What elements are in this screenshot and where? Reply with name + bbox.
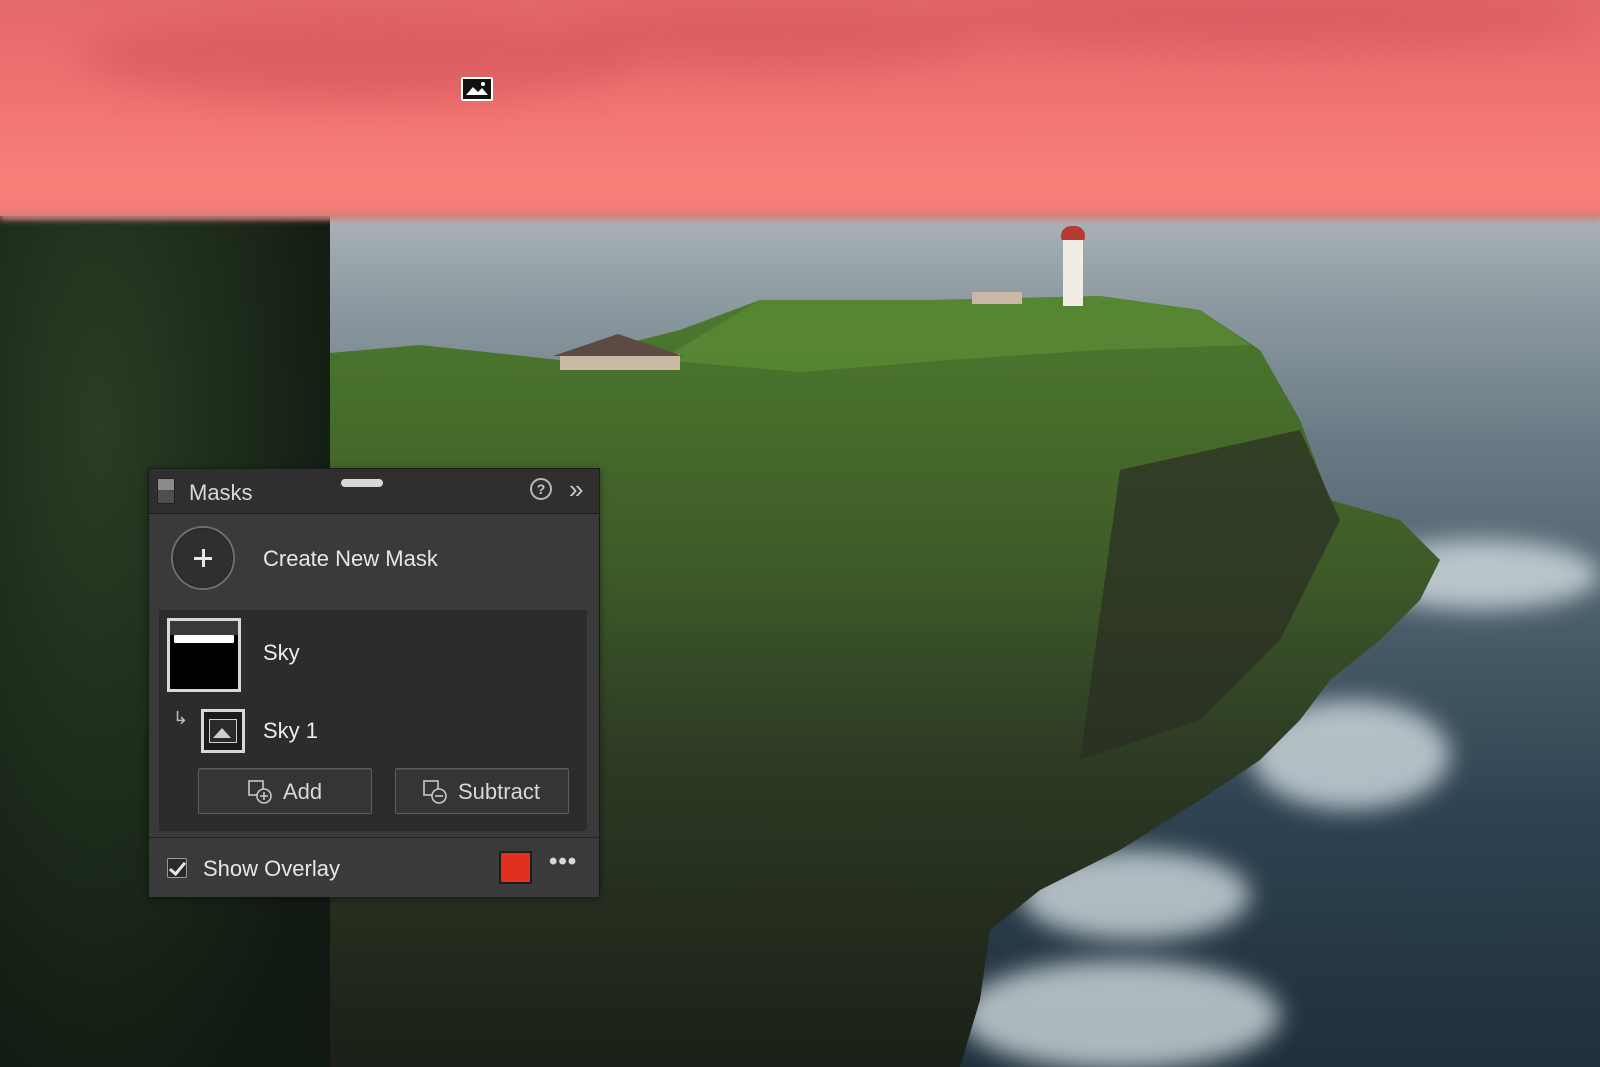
show-overlay-label[interactable]: Show Overlay bbox=[203, 856, 340, 882]
masks-panel-header[interactable]: Masks ? » bbox=[149, 469, 599, 514]
create-new-mask-row[interactable]: Create New Mask bbox=[149, 514, 599, 609]
mask-list: Sky ↳ Sky 1 Add Subtract bbox=[159, 610, 587, 831]
show-overlay-checkbox[interactable] bbox=[167, 858, 187, 878]
lighthouse bbox=[1063, 234, 1083, 306]
building-roof bbox=[553, 334, 683, 356]
add-button-label: Add bbox=[283, 779, 323, 804]
overlay-color-swatch[interactable] bbox=[499, 851, 532, 884]
subtract-mask-icon bbox=[423, 780, 447, 804]
add-button[interactable]: Add bbox=[198, 768, 372, 814]
masks-panel: Masks ? » Create New Mask Sky ↳ Sky 1 Ad… bbox=[148, 468, 600, 897]
sky-mask-thumbnail[interactable] bbox=[167, 618, 241, 692]
building bbox=[560, 354, 680, 370]
cloud bbox=[930, 0, 1590, 50]
add-mask-icon bbox=[248, 780, 272, 804]
child-component-arrow-icon: ↳ bbox=[173, 708, 189, 728]
building bbox=[972, 292, 1022, 304]
lighthouse-lamp bbox=[1061, 226, 1085, 240]
subtract-button[interactable]: Subtract bbox=[395, 768, 569, 814]
mask-name-sky[interactable]: Sky bbox=[263, 640, 300, 666]
create-mask-plus-icon[interactable] bbox=[171, 526, 235, 590]
collapse-panel-icon[interactable]: » bbox=[569, 474, 584, 505]
subtract-button-label: Subtract bbox=[458, 779, 540, 804]
panel-title: Masks bbox=[189, 480, 253, 505]
create-new-mask-label[interactable]: Create New Mask bbox=[263, 546, 438, 572]
horizon bbox=[0, 212, 1600, 220]
overlay-footer: Show Overlay ••• bbox=[149, 837, 599, 897]
more-options-icon[interactable]: ••• bbox=[549, 848, 577, 876]
help-icon[interactable]: ? bbox=[530, 478, 552, 500]
sky-mask-overlay bbox=[0, 0, 1600, 216]
drag-handle[interactable] bbox=[341, 479, 383, 487]
mask-component-sky-1[interactable]: Sky 1 bbox=[263, 718, 318, 744]
sky-component-icon[interactable] bbox=[201, 709, 245, 753]
cloud bbox=[80, 10, 640, 100]
panel-toggle-icon[interactable] bbox=[157, 478, 175, 504]
cloud bbox=[560, 0, 980, 70]
mask-pin-image-icon[interactable] bbox=[461, 77, 493, 101]
